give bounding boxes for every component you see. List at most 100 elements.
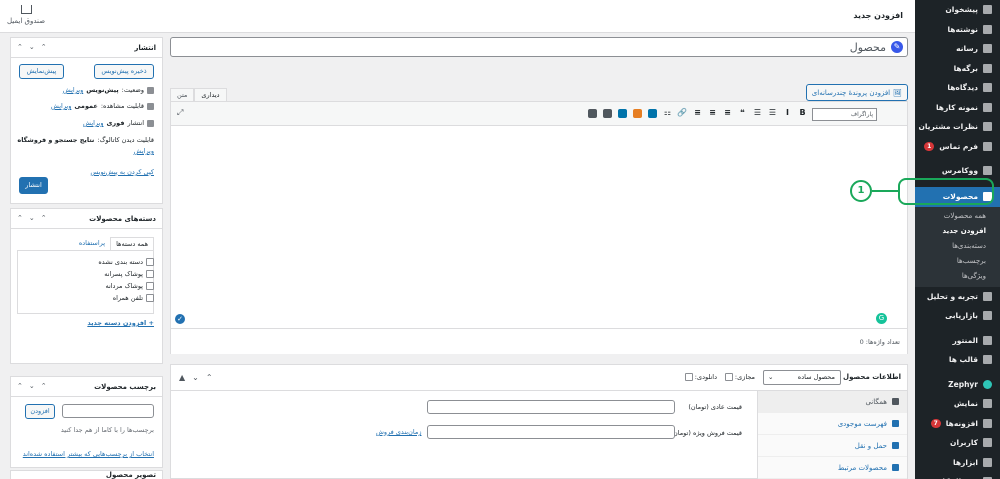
virtual-checkbox[interactable]: مجازی: [724, 373, 755, 381]
paragraph-icon[interactable] [588, 109, 597, 118]
publish-button[interactable]: انتشار [19, 177, 48, 194]
move-down-icon[interactable]: ⌄ [29, 43, 35, 51]
edit-publish-time-link[interactable]: ویرایش [83, 119, 103, 127]
tab-popular-categories[interactable]: پراستفاده [74, 237, 110, 250]
tab-text[interactable]: متن [170, 88, 195, 101]
sale-price-input[interactable] [427, 425, 675, 439]
inbox-button[interactable]: صندوق ایمیل [6, 5, 46, 25]
move-down-icon[interactable]: ⌄ [192, 373, 199, 382]
menu-item[interactable]: کاربران [915, 433, 1000, 453]
tag-input[interactable] [62, 404, 154, 418]
toolbar-button[interactable]: ≡ [708, 108, 717, 118]
menu-item[interactable]: قالب ها [915, 350, 1000, 370]
check-icon[interactable]: ✓ [175, 314, 185, 324]
toolbar-button[interactable]: ⚏ [663, 108, 672, 118]
move-up-icon[interactable]: ⌃ [17, 214, 23, 222]
menu-item[interactable]: دیدگاه‌ها [915, 78, 1000, 98]
move-up-icon[interactable]: ⌃ [17, 382, 23, 390]
submenu-item[interactable]: همه محصولات [915, 209, 1000, 224]
fullscreen-icon[interactable]: ⤢ [177, 108, 183, 118]
editor-status-bar: تعداد واژه‌ها: 0 [171, 328, 907, 354]
menu-item[interactable]: ابزارها [915, 453, 1000, 473]
menu-item[interactable]: Zephyr [915, 375, 1000, 395]
submenu-item[interactable]: افزودن جدید [915, 224, 1000, 239]
collapse-icon[interactable]: ⌃ [41, 43, 47, 51]
tab-all-categories[interactable]: همه دسته‌ها [110, 237, 154, 250]
product-data-tab[interactable]: حمل و نقل [758, 435, 907, 457]
format-select[interactable]: پاراگراف [812, 108, 877, 121]
move-up-icon[interactable]: ⌃ [17, 43, 23, 51]
menu-item[interactable]: بازاریابی [915, 306, 1000, 326]
menu-item[interactable]: تجربه و تحلیل [915, 287, 1000, 307]
edit-visibility-link[interactable]: ویرایش [51, 102, 71, 110]
menu-item[interactable]: نمایش [915, 394, 1000, 414]
menu-item[interactable]: المنتور [915, 331, 1000, 351]
collapse-icon[interactable]: ⌃ [41, 382, 47, 390]
tab-visual[interactable]: دیداری [194, 88, 227, 101]
toolbar-button[interactable]: 🔗 [677, 108, 687, 118]
move-down-icon[interactable]: ⌄ [29, 214, 35, 222]
menu-item[interactable]: رسانه [915, 39, 1000, 59]
undo-icon[interactable] [603, 109, 612, 118]
plugin-icon[interactable] [648, 109, 657, 118]
product-type-select[interactable]: محصول ساده ⌄ [763, 370, 841, 385]
menu-item[interactable]: برگه‌ها [915, 59, 1000, 79]
move-up-icon[interactable]: ▲ [179, 373, 185, 382]
schedule-sale-link[interactable]: زمان‌بندی فروش [376, 428, 421, 436]
menu-item[interactable]: نظرات مشتریان [915, 117, 1000, 137]
product-data-tab[interactable]: فهرست موجودی [758, 413, 907, 435]
category-item[interactable]: پوشاک مردانه [105, 282, 154, 290]
toolbar-button[interactable]: ☰ [768, 108, 777, 118]
menu-item[interactable]: ویژوال کامپوزر [915, 472, 1000, 479]
add-tag-button[interactable]: افزودن [25, 404, 55, 419]
toolbar-button[interactable]: B [798, 108, 807, 118]
edit-catalog-link[interactable]: ویرایش [134, 147, 154, 155]
save-draft-button[interactable]: ذخیره پیش‌نویس [94, 64, 154, 79]
downloadable-checkbox[interactable]: دانلودی: [684, 373, 717, 381]
checkbox-icon[interactable] [146, 258, 154, 266]
copy-to-draft-link[interactable]: کپی کردن به پیش‌نویس [90, 168, 154, 176]
add-media-button[interactable]: 🖼 افزودن پروندهٔ چندرسانه‌ای [805, 84, 908, 101]
collapse-icon[interactable]: ⌃ [41, 214, 47, 222]
toolbar-button[interactable]: ≡ [723, 108, 732, 118]
move-down-icon[interactable]: ⌄ [29, 382, 35, 390]
categories-header: دسته‌های محصولات ⌃ ⌄ ⌃ [11, 209, 162, 229]
submenu-item[interactable]: برچسب‌ها [915, 254, 1000, 269]
collapse-icon[interactable]: ⌃ [206, 373, 213, 382]
toolbar-button[interactable]: ❝ [738, 108, 747, 118]
checkbox-icon[interactable] [146, 282, 154, 290]
menu-icon [983, 335, 992, 345]
submenu-item[interactable]: دسته‌بندی‌ها [915, 239, 1000, 254]
publish-box: انتشار ⌃ ⌄ ⌃ ذخیره پیش‌نویس پیش‌نمایش وضعی… [10, 37, 163, 204]
checkbox-icon[interactable] [146, 294, 154, 302]
editor-content-area[interactable]: ✓ G [171, 126, 907, 328]
checkbox-icon[interactable] [146, 270, 154, 278]
preview-button[interactable]: پیش‌نمایش [19, 64, 64, 79]
product-data-tab[interactable]: همگانی [758, 391, 907, 413]
edit-status-link[interactable]: ویرایش [63, 86, 83, 94]
toolbar-button[interactable]: ☰ [753, 108, 762, 118]
toolbar-button[interactable]: I [783, 108, 792, 118]
shortcode-icon[interactable] [633, 109, 642, 118]
submenu-item[interactable]: ویژگی‌ها [915, 269, 1000, 284]
menu-item[interactable]: پیشخوان [915, 0, 1000, 20]
grammarly-icon[interactable]: G [876, 313, 887, 324]
menu-item[interactable]: نمونه کارها [915, 98, 1000, 118]
menu-item[interactable]: افزونه‌ها 7 [915, 414, 1000, 434]
choose-tags-link[interactable]: انتخاب از برچسب‌هایی که بیشتر استفاده شد… [23, 450, 154, 458]
product-data-tab[interactable]: محصولات مرتبط [758, 457, 907, 479]
callout-highlight [898, 178, 994, 205]
menu-icon [983, 141, 992, 151]
add-category-link[interactable]: + افزودن دسته جدید [87, 319, 154, 327]
regular-price-input[interactable] [427, 400, 675, 414]
category-label: پوشاک پسرانه [104, 270, 143, 278]
product-title-input[interactable]: ✎ محصول [170, 37, 908, 57]
menu-item[interactable]: نوشته‌ها [915, 20, 1000, 40]
category-item[interactable]: پوشاک پسرانه [104, 270, 154, 278]
visibility-value: عمومی [74, 102, 98, 110]
category-item[interactable]: تلفن همراه [113, 294, 154, 302]
menu-item[interactable]: فرم تماس 1 [915, 137, 1000, 157]
toolbar-button[interactable]: ≡ [693, 108, 702, 118]
category-item[interactable]: دسته بندی نشده [98, 258, 154, 266]
table-icon[interactable] [618, 109, 627, 118]
